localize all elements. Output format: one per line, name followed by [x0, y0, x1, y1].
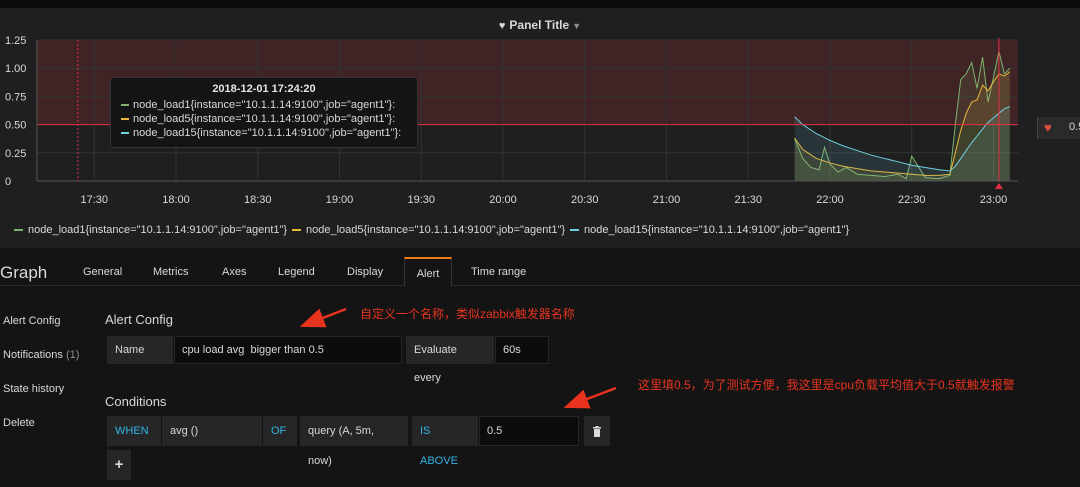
y-tick-label: 1.25 [5, 35, 26, 47]
alert-config-heading: Alert Config [105, 312, 173, 327]
x-tick-label: 22:30 [898, 194, 926, 206]
tab-legend[interactable]: Legend [278, 266, 315, 278]
panel-editor: Graph General Metrics Axes Legend Displa… [0, 248, 1080, 487]
tooltip-row: node_load1{instance="10.1.1.14:9100",job… [121, 98, 407, 112]
legend-label: node_load5{instance="10.1.1.14:9100",job… [306, 224, 566, 236]
tooltip-label: node_load5{instance="10.1.1.14:9100",job… [133, 113, 396, 125]
query-select[interactable]: query (A, 5m, now) [300, 416, 408, 467]
heart-icon: ♥ [1044, 120, 1052, 135]
tab-alert[interactable]: Alert [404, 257, 452, 286]
editor-title: Graph [0, 263, 48, 282]
y-tick-label: 0.50 [5, 120, 26, 132]
series-swatch [570, 229, 579, 232]
x-tick-label: 18:30 [244, 194, 272, 206]
x-tick-label: 21:30 [734, 194, 762, 206]
annotation-threshold-note: 这里填0.5，为了测试方便，我这里是cpu负载平均值大于0.5就触发报警 [638, 378, 1015, 392]
annotation-name-note: 自定义一个名称，类似zabbix触发器名称 [360, 307, 575, 321]
x-tick-label: 19:00 [326, 194, 354, 206]
series-swatch [292, 229, 301, 232]
tooltip-time: 2018-12-01 17:24:20 [212, 83, 316, 95]
alert-name-input[interactable] [174, 336, 402, 364]
y-tick-label: 0.25 [5, 148, 26, 160]
tooltip-label: node_load15{instance="10.1.1.14:9100",jo… [133, 127, 402, 139]
sidenav-state-history[interactable]: State history [3, 383, 64, 395]
series-swatch [121, 118, 129, 121]
series-swatch [14, 229, 23, 232]
evaluator-select[interactable]: IS ABOVE [412, 416, 478, 467]
graph-tooltip: 2018-12-01 17:24:20 node_load1{instance=… [110, 77, 418, 148]
tab-metrics[interactable]: Metrics [153, 266, 188, 278]
tooltip-row: node_load5{instance="10.1.1.14:9100",job… [121, 112, 407, 126]
series-swatch [121, 132, 129, 135]
sidenav-alert-config[interactable]: Alert Config [3, 315, 60, 327]
legend-item[interactable]: node_load15{instance="10.1.1.14:9100",jo… [570, 224, 849, 236]
tab-axes[interactable]: Axes [222, 266, 246, 278]
threshold-handle-value: 0.5 [1069, 121, 1080, 133]
tab-time-range[interactable]: Time range [471, 266, 526, 278]
top-bar [0, 0, 1080, 8]
x-tick-label: 22:00 [816, 194, 844, 206]
tab-general[interactable]: General [83, 266, 122, 278]
legend-label: node_load1{instance="10.1.1.14:9100",job… [28, 224, 288, 236]
x-tick-label: 23:00 [980, 194, 1008, 206]
evaluate-every-label: Evaluate every [406, 336, 494, 384]
legend-label: node_load15{instance="10.1.1.14:9100",jo… [584, 224, 850, 236]
plus-icon[interactable]: + [107, 450, 131, 480]
legend-item[interactable]: node_load5{instance="10.1.1.14:9100",job… [292, 224, 565, 236]
x-tick-label: 20:00 [489, 194, 517, 206]
evaluate-every-input[interactable] [495, 336, 549, 364]
tooltip-row: node_load15{instance="10.1.1.14:9100",jo… [121, 126, 407, 140]
tooltip-label: node_load1{instance="10.1.1.14:9100",job… [133, 99, 396, 111]
x-tick-label: 17:30 [80, 194, 108, 206]
when-keyword: WHEN [107, 416, 161, 446]
threshold-handle[interactable]: ♥ 0.5 [1037, 117, 1080, 139]
trash-icon[interactable] [584, 416, 610, 446]
legend-item[interactable]: node_load1{instance="10.1.1.14:9100",job… [14, 224, 287, 236]
alert-annotation-marker [994, 183, 1003, 189]
of-keyword: OF [263, 416, 297, 446]
series-swatch [121, 104, 129, 107]
x-tick-label: 18:00 [162, 194, 190, 206]
x-tick-label: 19:30 [407, 194, 435, 206]
x-tick-label: 20:30 [571, 194, 599, 206]
name-label: Name [107, 336, 173, 364]
notifications-count: (1) [65, 349, 80, 361]
condition-threshold-input[interactable] [479, 416, 579, 446]
graph-panel: ♥ Panel Title ▼ 1.25 1.00 0.75 0.50 0.25 0 17:30… [0, 8, 1080, 248]
y-tick-label: 0 [5, 176, 11, 188]
x-tick-label: 21:00 [653, 194, 681, 206]
y-tick-label: 1.00 [5, 63, 26, 75]
y-tick-label: 0.75 [5, 91, 26, 103]
conditions-heading: Conditions [105, 394, 167, 409]
sidenav-delete[interactable]: Delete [3, 417, 35, 429]
reducer-select[interactable]: avg () [162, 416, 262, 446]
sidenav-notifications-label: Notifications [3, 349, 63, 361]
tabs-divider [0, 285, 1080, 286]
sidenav-notifications[interactable]: Notifications (1) [3, 349, 79, 361]
tab-display[interactable]: Display [347, 266, 383, 278]
